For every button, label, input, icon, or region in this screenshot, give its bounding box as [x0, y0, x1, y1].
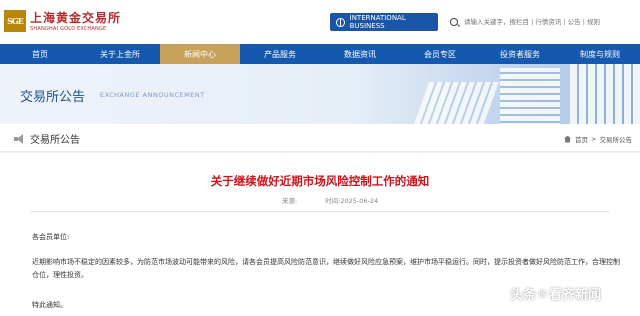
- breadcrumb-current[interactable]: 交易所公告: [600, 134, 633, 144]
- article-title: 关于继续做好近期市场风险控制工作的通知: [210, 174, 430, 188]
- watermark-name: 看齐新闻: [549, 288, 602, 303]
- breadcrumb-bar: 交易所公告 首页 > 交易所公告: [0, 124, 640, 152]
- watermark: 头条 @ 看齐新闻: [510, 284, 601, 303]
- search-box[interactable]: [450, 13, 635, 31]
- banner-title: 交易所公告: [20, 90, 86, 105]
- article-date: 时间:2025-06-24: [325, 197, 379, 205]
- international-business-button[interactable]: INTERNATIONAL BUSINESS: [330, 13, 438, 31]
- nav-item-about[interactable]: 关于上金所: [80, 44, 160, 64]
- building-graphic: [500, 68, 560, 124]
- nav-item-data[interactable]: 数据资讯: [320, 44, 400, 64]
- nav-item-news[interactable]: 新闻中心: [160, 44, 240, 64]
- article-source: 来源:: [282, 197, 298, 205]
- nav-item-rules[interactable]: 制度与规则: [560, 44, 640, 64]
- breadcrumb-home[interactable]: 首页: [575, 134, 588, 144]
- article-salutation: 各会员单位:: [32, 233, 70, 241]
- logo[interactable]: SGE 上海黄金交易所 SHANGHAI GOLD EXCHANGE: [4, 9, 121, 32]
- banner-subtitle: EXCHANGE ANNOUNCEMENT: [100, 91, 205, 99]
- search-icon[interactable]: [450, 18, 458, 26]
- logo-seal-icon: SGE: [4, 9, 26, 32]
- home-icon: [564, 135, 572, 143]
- watermark-prefix: 头条: [510, 288, 537, 303]
- logo-text: 上海黄金交易所 SHANGHAI GOLD EXCHANGE: [30, 9, 121, 32]
- building-graphic: [410, 82, 500, 124]
- article-meta: 来源: 时间:2025-06-24: [282, 195, 378, 205]
- article-body: 近期影响市场不稳定的因素较多，为防范市场波动可能带来的风险，请各会员提高风险防范…: [32, 258, 620, 279]
- section-title: 交易所公告: [30, 135, 80, 146]
- main-nav: 首页 关于上金所 新闻中心 产品服务 数据资讯 会员专区 投资者服务 制度与规则: [0, 44, 640, 64]
- divider: [30, 211, 610, 212]
- globe-icon: [336, 17, 345, 27]
- nav-item-investors[interactable]: 投资者服务: [480, 44, 560, 64]
- logo-chinese-name: 上海黄金交易所: [30, 11, 122, 25]
- nav-item-home[interactable]: 首页: [0, 44, 80, 64]
- building-graphic: [570, 64, 640, 124]
- international-business-label: INTERNATIONAL BUSINESS: [349, 14, 406, 30]
- search-input[interactable]: [464, 18, 634, 26]
- top-header: SGE 上海黄金交易所 SHANGHAI GOLD EXCHANGE INTER…: [0, 0, 640, 44]
- nav-item-products[interactable]: 产品服务: [240, 44, 320, 64]
- breadcrumb-separator: >: [591, 135, 597, 143]
- article-closing: 特此通知。: [32, 301, 67, 309]
- logo-english-name: SHANGHAI GOLD EXCHANGE: [30, 26, 107, 32]
- section-banner: 交易所公告 EXCHANGE ANNOUNCEMENT: [0, 64, 640, 124]
- nav-item-members[interactable]: 会员专区: [400, 44, 480, 64]
- watermark-at: @: [538, 288, 548, 299]
- megaphone-icon: [14, 133, 24, 144]
- breadcrumb: 首页 > 交易所公告: [564, 134, 632, 144]
- section-heading: 交易所公告: [14, 131, 80, 146]
